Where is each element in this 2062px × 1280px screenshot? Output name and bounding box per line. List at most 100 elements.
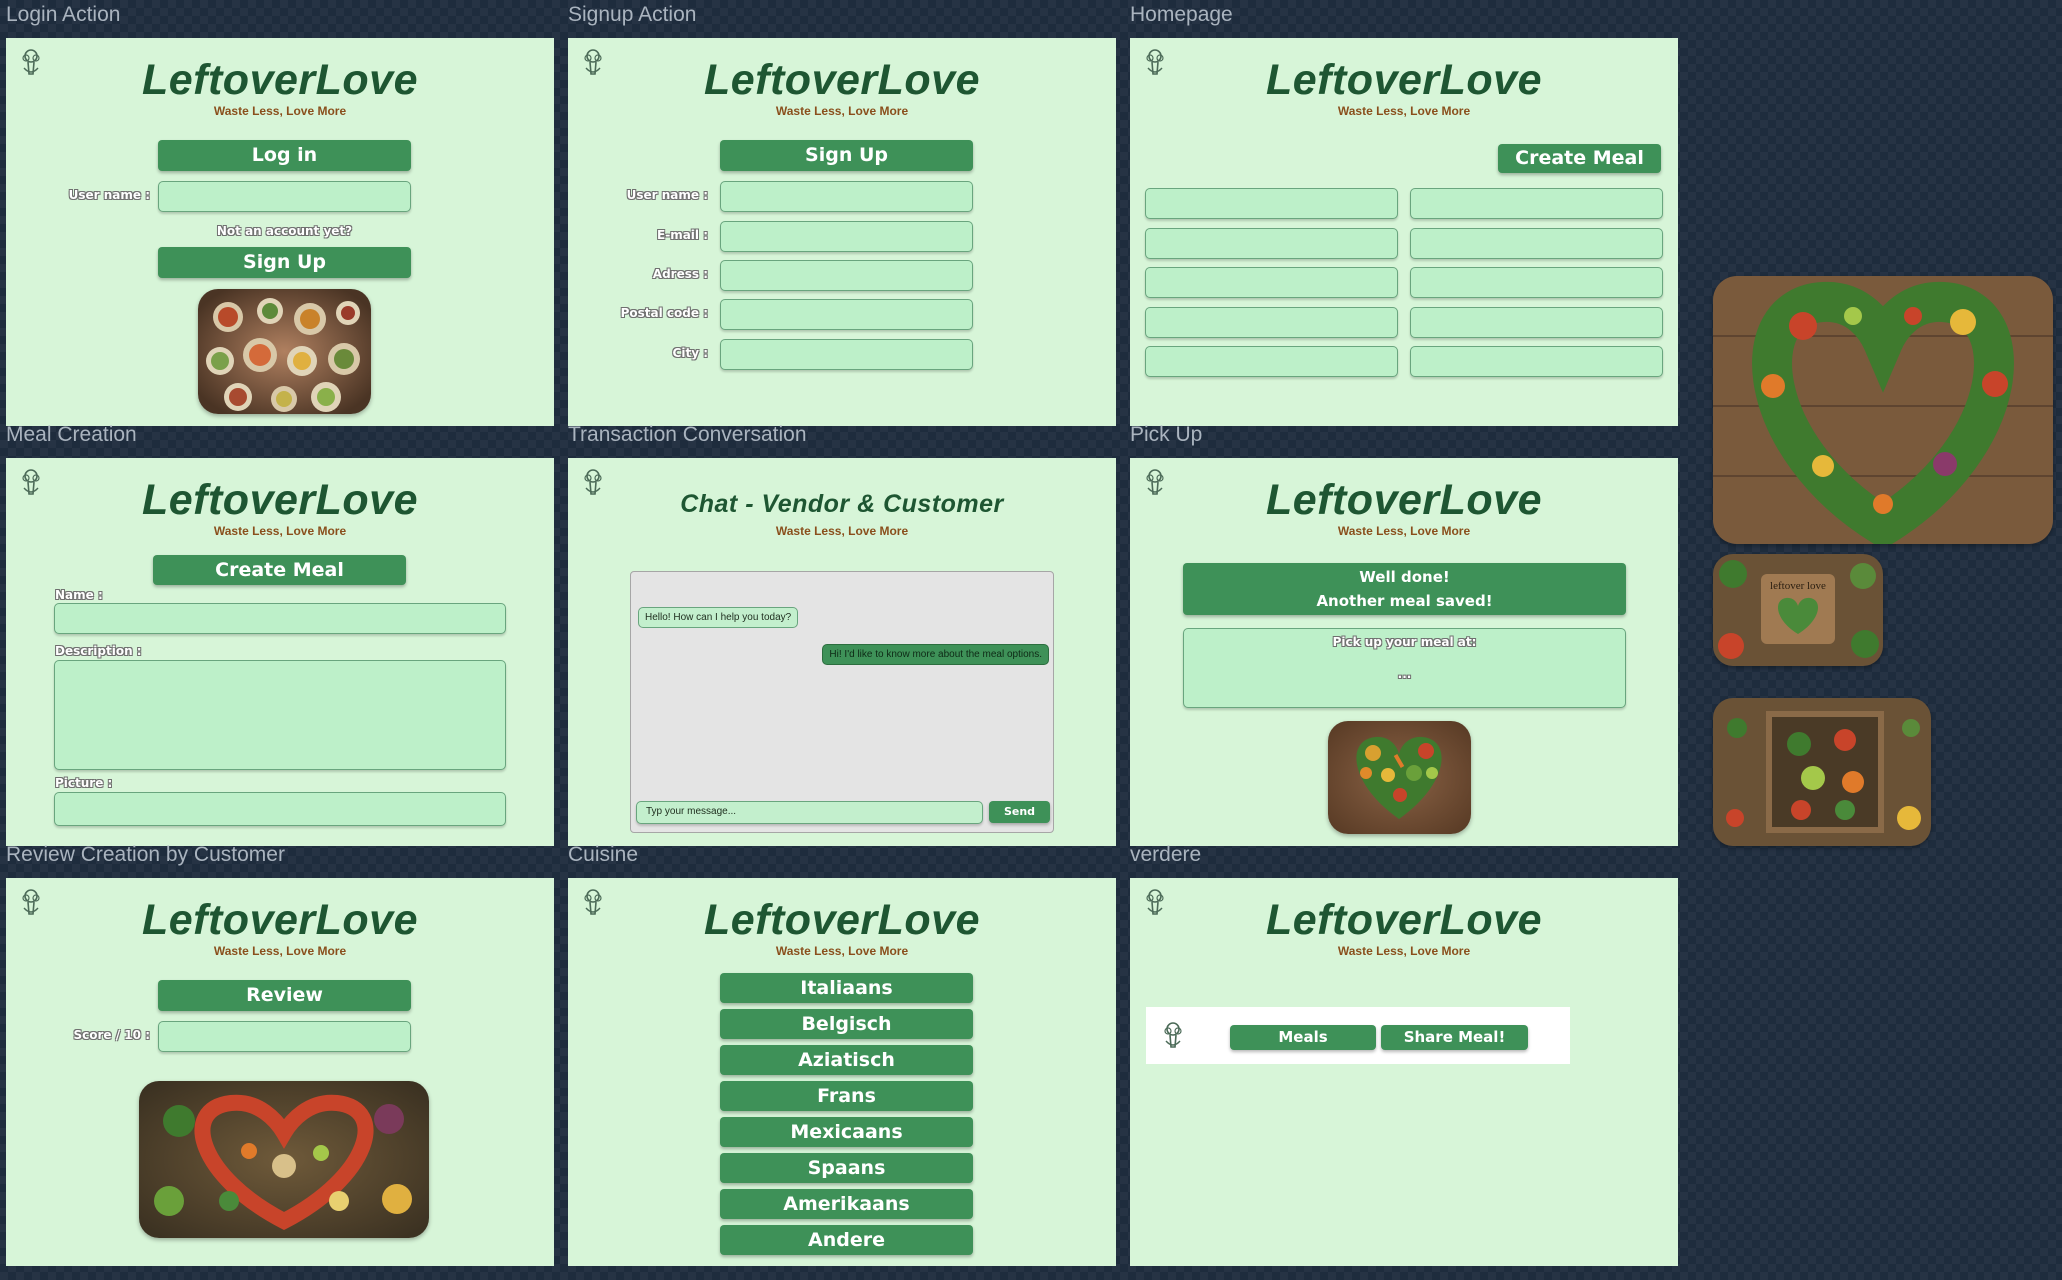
brand-title: LeftoverLove	[1265, 896, 1542, 944]
name-label: Name :	[55, 588, 103, 602]
nav-meals-button[interactable]: Meals	[1230, 1025, 1376, 1050]
address-label: Adress :	[652, 267, 708, 281]
meal-card[interactable]	[1145, 267, 1398, 298]
brand-tagline: Waste Less, Love More	[775, 524, 909, 538]
username-input[interactable]	[158, 181, 411, 212]
frame-label-verdere: verdere	[1130, 843, 1202, 866]
pickup-label: Pick up your meal at:	[1332, 635, 1477, 649]
chat-title: Chat - Vendor & Customer	[680, 490, 1004, 518]
score-input[interactable]	[158, 1021, 411, 1052]
meal-card[interactable]	[1145, 346, 1398, 377]
meal-card[interactable]	[1410, 228, 1663, 259]
frame-label-cuisine: Cuisine	[568, 843, 639, 866]
success-line-1: Well done!	[1359, 568, 1450, 586]
email-label: E-mail :	[657, 228, 708, 242]
brand-title: LeftoverLove	[703, 56, 980, 104]
brand-tagline: Waste Less, Love More	[1337, 944, 1471, 958]
frame-label-homepage: Homepage	[1130, 3, 1233, 26]
verdere-frame: LeftoverLove Waste Less, Love More Meals…	[1130, 878, 1678, 1266]
username-input[interactable]	[720, 181, 973, 212]
create-meal-title-button[interactable]: Create Meal	[153, 555, 406, 585]
cuisine-option-spaans[interactable]: Spaans	[720, 1153, 973, 1183]
brand-tagline: Waste Less, Love More	[775, 104, 909, 118]
cuisine-option-aziatisch[interactable]: Aziatisch	[720, 1045, 973, 1075]
brand-tagline: Waste Less, Love More	[775, 944, 909, 958]
small-sign-text: leftover love	[1770, 580, 1826, 592]
create-meal-button[interactable]: Create Meal	[1498, 144, 1661, 173]
signup-button[interactable]: Sign Up	[158, 247, 411, 278]
nav-share-meal-button[interactable]: Share Meal!	[1381, 1025, 1528, 1050]
email-input[interactable]	[720, 221, 973, 252]
cuisine-option-italiaans[interactable]: Italiaans	[720, 973, 973, 1003]
frame-label-review: Review Creation by Customer	[6, 843, 285, 866]
picture-label: Picture :	[55, 776, 113, 790]
login-frame: LeftoverLove Waste Less, Love More Log i…	[6, 38, 554, 426]
homepage-frame: LeftoverLove Waste Less, Love More Creat…	[1130, 38, 1678, 426]
city-input[interactable]	[720, 339, 973, 370]
review-title-button[interactable]: Review	[158, 980, 411, 1011]
brand-title: LeftoverLove	[141, 56, 418, 104]
pickup-frame: LeftoverLove Waste Less, Love More Well …	[1130, 458, 1678, 846]
food-heart-image	[139, 1081, 429, 1238]
brand-title: LeftoverLove	[141, 896, 418, 944]
broccoli-heart-logo-icon	[1160, 1021, 1186, 1051]
vendor-message: Hello! How can I help you today?	[638, 607, 799, 628]
username-label: User name :	[68, 188, 150, 202]
description-input[interactable]	[54, 660, 506, 770]
pickup-location: ...	[1397, 667, 1412, 681]
frame-label-pickup: Pick Up	[1130, 423, 1203, 446]
success-banner: Well done! Another meal saved!	[1183, 563, 1626, 615]
brand-title: LeftoverLove	[141, 476, 418, 524]
pickup-info-box: Pick up your meal at: ...	[1183, 628, 1626, 708]
meal-card[interactable]	[1410, 267, 1663, 298]
cuisine-option-andere[interactable]: Andere	[720, 1225, 973, 1255]
meal-card[interactable]	[1145, 307, 1398, 338]
cuisine-option-amerikaans[interactable]: Amerikaans	[720, 1189, 973, 1219]
send-button[interactable]: Send	[989, 801, 1050, 823]
name-input[interactable]	[54, 603, 506, 634]
cuisine-option-mexicaans[interactable]: Mexicaans	[720, 1117, 973, 1147]
meal-card[interactable]	[1410, 346, 1663, 377]
brand-tagline: Waste Less, Love More	[213, 944, 347, 958]
login-title-button[interactable]: Log in	[158, 140, 411, 171]
brand-title: LeftoverLove	[1265, 476, 1542, 524]
cuisine-option-belgisch[interactable]: Belgisch	[720, 1009, 973, 1039]
frame-label-signup: Signup Action	[568, 3, 697, 26]
frame-label-meal-creation: Meal Creation	[6, 423, 137, 446]
description-label: Description :	[55, 644, 142, 658]
frame-label-chat: Transaction Conversation	[568, 423, 807, 446]
postal-code-input[interactable]	[720, 299, 973, 330]
meal-card[interactable]	[1410, 188, 1663, 219]
frame-label-login: Login Action	[6, 3, 121, 26]
brand-title: LeftoverLove	[703, 896, 980, 944]
leftover-love-sign-image: leftover love	[1713, 554, 1883, 666]
brand-tagline: Waste Less, Love More	[213, 524, 347, 538]
not-account-text: Not an account yet?	[216, 224, 353, 238]
picture-input[interactable]	[54, 792, 506, 826]
username-label: User name :	[626, 188, 708, 202]
meal-card[interactable]	[1145, 228, 1398, 259]
nav-bar: Meals Share Meal!	[1146, 1007, 1570, 1064]
brand-tagline: Waste Less, Love More	[213, 104, 347, 118]
chat-window: Hello! How can I help you today? Hi! I'd…	[630, 571, 1054, 833]
postal-code-label: Postal code :	[620, 306, 708, 320]
address-input[interactable]	[720, 260, 973, 291]
customer-message: Hi! I'd like to know more about the meal…	[822, 644, 1049, 665]
message-input[interactable]: Typ your message...	[636, 801, 983, 824]
chat-frame: Chat - Vendor & Customer Waste Less, Lov…	[568, 458, 1116, 846]
veggie-heart-board-image	[1713, 276, 2053, 544]
success-line-2: Another meal saved!	[1316, 592, 1493, 610]
brand-tagline: Waste Less, Love More	[1337, 104, 1471, 118]
meal-creation-frame: LeftoverLove Waste Less, Love More Creat…	[6, 458, 554, 846]
meal-card[interactable]	[1145, 188, 1398, 219]
signup-title-button[interactable]: Sign Up	[720, 140, 973, 171]
city-label: City :	[672, 346, 708, 360]
message-input-placeholder: Typ your message...	[646, 806, 737, 817]
signup-frame: LeftoverLove Waste Less, Love More Sign …	[568, 38, 1116, 426]
veggie-crate-image	[1713, 698, 1931, 846]
food-platter-image	[198, 289, 371, 414]
review-frame: LeftoverLove Waste Less, Love More Revie…	[6, 878, 554, 1266]
score-label: Score / 10 :	[73, 1028, 150, 1042]
meal-card[interactable]	[1410, 307, 1663, 338]
cuisine-option-frans[interactable]: Frans	[720, 1081, 973, 1111]
